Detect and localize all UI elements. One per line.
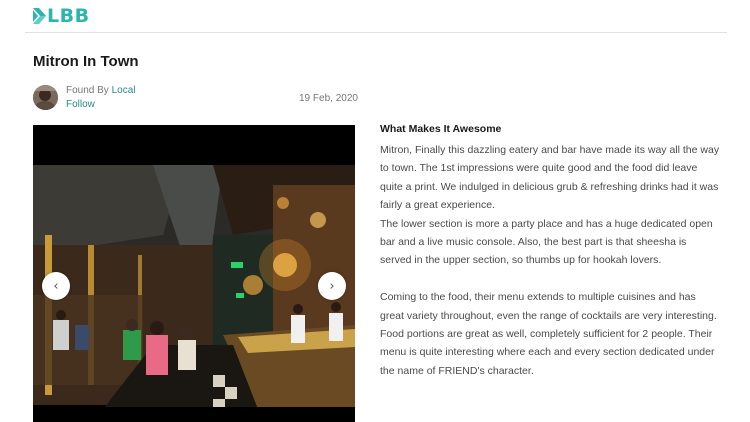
- body-paragraph: The lower section is more a party place …: [380, 217, 713, 267]
- image-gallery[interactable]: ‹ ›: [33, 125, 355, 422]
- site-header: LBB: [0, 0, 750, 33]
- gallery-next-button[interactable]: ›: [318, 272, 346, 300]
- body-paragraph: Coming to the food, their menu extends t…: [380, 291, 717, 377]
- avatar[interactable]: [33, 85, 58, 110]
- lbb-logo[interactable]: LBB: [33, 6, 90, 26]
- publish-date: 19 Feb, 2020: [299, 93, 358, 104]
- article-body: Mitron, Finally this dazzling eatery and…: [380, 141, 720, 380]
- logo-mark-icon: [33, 8, 46, 24]
- author-link[interactable]: Local: [112, 85, 136, 96]
- section-heading: What Makes It Awesome: [380, 123, 502, 135]
- restaurant-photo: [33, 125, 355, 422]
- found-by-label: Found By: [66, 85, 109, 96]
- logo-text: LBB: [47, 5, 90, 27]
- page-title: Mitron In Town: [33, 53, 139, 70]
- found-by: Found By Local: [66, 85, 136, 96]
- body-paragraph: Mitron, Finally this dazzling eatery and…: [380, 144, 720, 212]
- chevron-left-icon: ‹: [53, 278, 59, 294]
- header-divider: [25, 32, 727, 33]
- chevron-right-icon: ›: [329, 278, 335, 294]
- gallery-prev-button[interactable]: ‹: [42, 272, 70, 300]
- follow-link[interactable]: Follow: [66, 99, 95, 110]
